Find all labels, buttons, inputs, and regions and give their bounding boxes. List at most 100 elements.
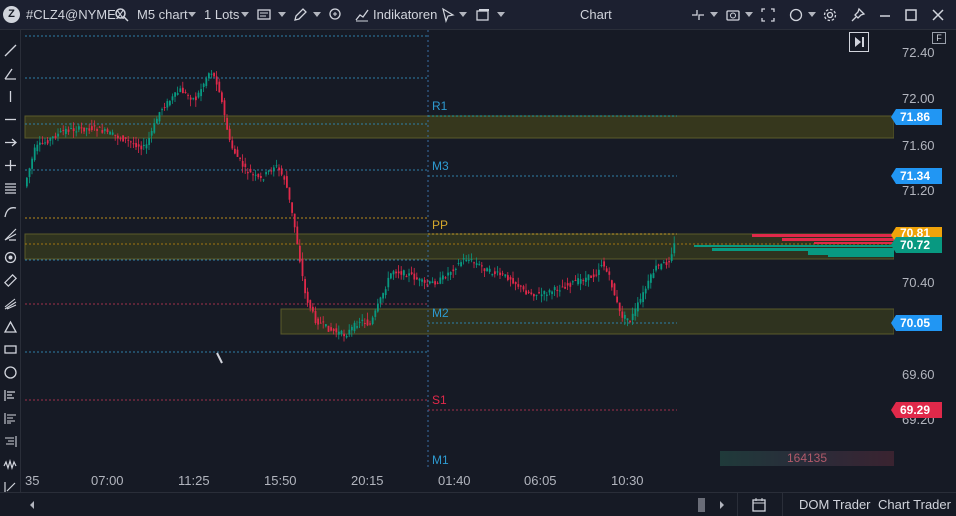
chevron-down-icon[interactable] <box>710 12 718 17</box>
window-title: Chart <box>580 7 612 22</box>
chart-trader-button[interactable]: Chart Trader <box>878 493 951 516</box>
candle-body <box>473 262 475 264</box>
candle-body <box>582 280 585 282</box>
circle-icon[interactable] <box>788 7 804 23</box>
candle-body <box>465 259 468 262</box>
calendar-icon[interactable] <box>751 497 767 513</box>
wave-icon[interactable] <box>3 457 18 472</box>
jump-to-realtime-button[interactable] <box>849 32 869 52</box>
candle-body <box>226 117 228 130</box>
candle-body <box>83 127 85 132</box>
chevron-down-icon[interactable] <box>278 12 286 17</box>
vertical-line-icon[interactable] <box>3 89 18 104</box>
pencil-icon[interactable] <box>292 7 308 23</box>
indicators-icon[interactable] <box>354 7 370 23</box>
ellipse-icon[interactable] <box>3 365 18 380</box>
crosshair-icon[interactable] <box>3 158 18 173</box>
maximize-icon[interactable] <box>903 7 919 23</box>
channel-icon[interactable] <box>3 434 18 449</box>
candle-body <box>80 127 83 129</box>
chevron-down-icon[interactable] <box>313 12 321 17</box>
candle-body <box>577 278 579 285</box>
candle-body <box>486 268 488 272</box>
candle-body <box>184 91 187 93</box>
candle-body <box>257 174 260 178</box>
candle-body <box>65 128 67 134</box>
price-axis-label: 69.60 <box>902 367 935 382</box>
chart-type-icon[interactable] <box>256 7 272 23</box>
candle-body <box>548 290 551 293</box>
zoom-icon[interactable] <box>328 7 344 23</box>
window-icon[interactable] <box>475 7 491 23</box>
candle-body <box>75 131 78 133</box>
chevron-down-icon[interactable] <box>808 12 816 17</box>
text-align-icon[interactable] <box>3 388 18 403</box>
candle-body <box>449 272 452 275</box>
pitchfork-icon[interactable] <box>3 227 18 242</box>
candle-body <box>377 303 379 312</box>
chevron-down-icon[interactable] <box>497 12 505 17</box>
arrow-icon[interactable] <box>3 135 18 150</box>
scrollbar-thumb[interactable] <box>698 498 705 512</box>
drawing-toolbar <box>0 30 21 516</box>
regression-icon[interactable] <box>3 411 18 426</box>
candle-body <box>192 98 195 100</box>
candle-body <box>249 168 252 173</box>
trendline-icon[interactable] <box>3 43 18 58</box>
search-icon[interactable] <box>114 7 130 23</box>
candle-body <box>91 126 93 130</box>
cursor-icon[interactable] <box>440 7 456 23</box>
close-icon[interactable] <box>930 7 946 23</box>
time-label: 11:25 <box>178 473 210 488</box>
collapse-icon[interactable] <box>690 7 706 23</box>
price-tag-r1: 71.86 <box>891 109 942 125</box>
curve-icon[interactable] <box>3 204 18 219</box>
time-axis[interactable]: 35 07:00 11:25 15:50 20:15 01:40 06:05 1… <box>22 468 894 492</box>
timeframe-selector[interactable]: M5 chart <box>137 0 188 30</box>
target-icon[interactable] <box>3 250 18 265</box>
horizontal-line-icon[interactable] <box>3 112 18 127</box>
candle-body <box>296 226 299 245</box>
indicators-button[interactable]: Indikatoren <box>373 0 437 30</box>
symbol-selector[interactable]: #CLZ4@NYMEX <box>26 0 124 30</box>
candle-body <box>631 313 634 320</box>
candle-body <box>265 172 267 175</box>
gear-icon[interactable] <box>822 7 838 23</box>
angle-icon[interactable] <box>3 66 18 81</box>
chevron-down-icon[interactable] <box>745 12 753 17</box>
fib-icon[interactable] <box>3 181 18 196</box>
ruler-icon[interactable] <box>3 273 18 288</box>
candle-body <box>41 142 44 144</box>
gann-icon[interactable] <box>3 296 18 311</box>
candle-body <box>629 321 631 323</box>
lots-selector[interactable]: 1 Lots <box>204 0 239 30</box>
price-chart[interactable] <box>22 30 894 492</box>
top-toolbar: Z #CLZ4@NYMEX M5 chart 1 Lots Indikatore… <box>0 0 956 30</box>
pin-icon[interactable] <box>850 7 866 23</box>
candle-body <box>325 324 327 327</box>
candle-body <box>387 277 390 288</box>
volume-bar <box>712 248 894 251</box>
candle-body <box>613 283 616 296</box>
candle-body <box>410 272 413 275</box>
candle-body <box>559 290 561 292</box>
rectangle-icon[interactable] <box>3 342 18 357</box>
fullscreen-icon[interactable] <box>760 7 776 23</box>
candle-body <box>384 289 387 296</box>
candle-body <box>135 143 137 148</box>
camera-icon[interactable] <box>725 7 741 23</box>
volume-counter: 164135 <box>720 451 894 466</box>
chevron-down-icon[interactable] <box>241 12 249 17</box>
scroll-right-icon[interactable] <box>718 499 726 511</box>
candle-body <box>234 148 236 154</box>
triangle-icon[interactable] <box>3 319 18 334</box>
minimize-icon[interactable] <box>877 7 893 23</box>
candle-body <box>156 118 158 124</box>
scroll-left-icon[interactable] <box>28 499 36 511</box>
annotation-line <box>216 352 223 364</box>
candle-body <box>314 311 317 324</box>
candle-body <box>28 168 31 178</box>
chevron-down-icon[interactable] <box>459 12 467 17</box>
dom-trader-button[interactable]: DOM Trader <box>799 493 871 516</box>
chevron-down-icon[interactable] <box>188 12 196 17</box>
